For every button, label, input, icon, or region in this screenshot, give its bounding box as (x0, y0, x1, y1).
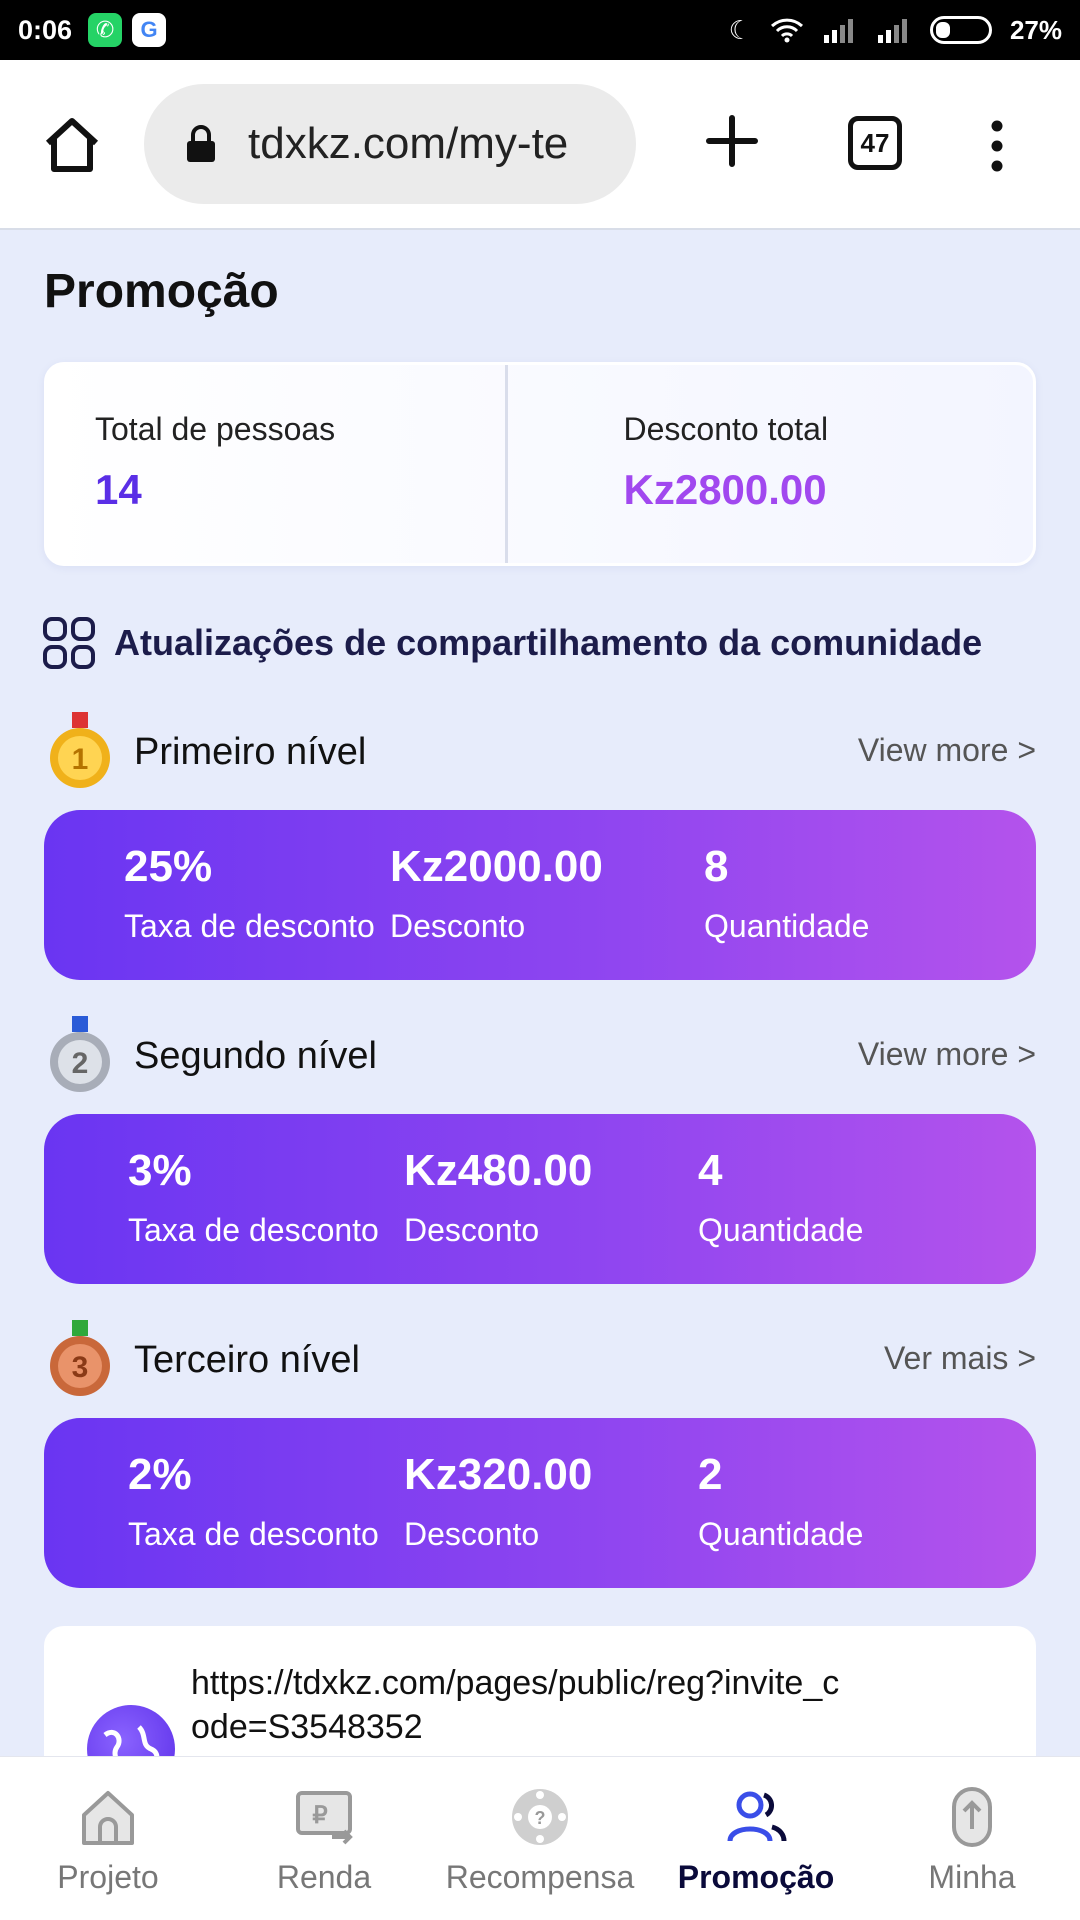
grid-icon (43, 617, 95, 669)
invite-link[interactable]: https://tdxkz.com/pages/public/reg?invit… (191, 1661, 851, 1749)
google-icon: G (132, 13, 167, 47)
more-menu-icon[interactable] (982, 118, 1012, 174)
discount-label: Desconto (390, 908, 526, 944)
rate-label: Taxa de desconto (124, 908, 375, 944)
silver-medal-icon: 2 (50, 1016, 110, 1092)
nav-label: Recompensa (445, 1859, 635, 1895)
users-icon (727, 1791, 787, 1842)
rate-col: 25% Taxa de desconto (44, 810, 390, 980)
nav-label: Renda (276, 1859, 372, 1895)
discount-label: Desconto (404, 1516, 540, 1552)
medal-number: 3 (72, 1351, 89, 1384)
level-stats-card[interactable]: 25% Taxa de desconto Kz2000.00 Desconto … (44, 810, 1036, 980)
quantity-value: 8 (704, 842, 729, 891)
whatsapp-icon: ✆ (88, 13, 123, 47)
section-title: Atualizações de compartilhamento da comu… (114, 622, 983, 663)
wifi-icon (770, 18, 803, 43)
level-block-1: 1 Primeiro nível View more > 25% Taxa de… (44, 712, 1036, 980)
gold-medal-icon: 1 (50, 712, 110, 788)
signal-icon (823, 19, 853, 43)
total-discount-cell: Desconto total Kz2800.00 (504, 365, 1034, 563)
discount-label: Desconto (404, 1212, 540, 1248)
browser-toolbar: tdxkz.com/my-te 47 (0, 60, 1080, 230)
tab-count: 47 (860, 127, 890, 158)
discount-value: Kz2000.00 (390, 842, 603, 891)
view-more-link[interactable]: View more > (858, 1036, 1036, 1073)
total-people-value: 14 (95, 466, 142, 513)
discount-value: Kz320.00 (404, 1450, 593, 1499)
rate-col: 3% Taxa de desconto (44, 1114, 404, 1284)
rate-label: Taxa de desconto (128, 1212, 379, 1248)
total-people-cell: Total de pessoas 14 (47, 365, 505, 563)
nav-item-renda[interactable]: ₽ Renda (216, 1757, 432, 1920)
rate-value: 3% (128, 1146, 192, 1195)
medal-number: 2 (72, 1047, 89, 1080)
new-tab-icon[interactable] (703, 112, 761, 170)
signal-icon-2 (877, 19, 907, 43)
nav-label: Minha (928, 1859, 1016, 1895)
nav-item-projeto[interactable]: Projeto (0, 1757, 216, 1920)
bottom-navigation: Projeto ₽ Renda ? Recompensa Promoção Mi… (0, 1756, 1080, 1920)
battery-icon (929, 16, 992, 44)
status-time: 0:06 (18, 14, 73, 45)
summary-card: Total de pessoas 14 Desconto total Kz280… (44, 362, 1036, 566)
nav-label: Projeto (57, 1859, 159, 1895)
discount-col: Kz320.00 Desconto (404, 1418, 698, 1588)
quantity-value: 4 (698, 1146, 723, 1195)
level-name: Primeiro nível (134, 730, 367, 773)
nav-item-minha[interactable]: Minha (864, 1757, 1080, 1920)
level-block-2: 2 Segundo nível View more > 3% Taxa de d… (44, 1016, 1036, 1284)
nav-label: Promoção (677, 1859, 835, 1895)
quantity-col: 2 Quantidade (698, 1418, 863, 1588)
level-name: Segundo nível (134, 1034, 377, 1077)
quantity-label: Quantidade (698, 1516, 864, 1552)
svg-text:₽: ₽ (312, 1802, 327, 1829)
lock-icon (187, 125, 215, 162)
reward-wheel-icon: ? (512, 1789, 568, 1845)
view-more-link[interactable]: View more > (858, 732, 1036, 769)
section-header: Atualizações de compartilhamento da comu… (42, 616, 982, 670)
home-icon[interactable] (42, 115, 102, 175)
rate-value: 2% (128, 1450, 192, 1499)
medal-number: 1 (72, 743, 89, 776)
battery-percent: 27% (1009, 14, 1062, 45)
svg-text:?: ? (535, 1808, 546, 1828)
tab-switcher-button[interactable]: 47 (848, 116, 902, 170)
income-icon: ₽ (296, 1791, 353, 1845)
rate-label: Taxa de desconto (128, 1516, 379, 1552)
level-block-3: 3 Terceiro nível Ver mais > 2% Taxa de d… (44, 1320, 1036, 1588)
total-discount-value: Kz2800.00 (623, 466, 827, 513)
moon-icon: ☾ (728, 14, 752, 45)
url-text: tdxkz.com/my-te (248, 119, 569, 168)
quantity-value: 2 (698, 1450, 723, 1499)
level-stats-card[interactable]: 3% Taxa de desconto Kz480.00 Desconto 4 … (44, 1114, 1036, 1284)
rate-col: 2% Taxa de desconto (44, 1418, 404, 1588)
total-people-label: Total de pessoas (95, 411, 336, 447)
discount-col: Kz2000.00 Desconto (390, 810, 704, 980)
bronze-medal-icon: 3 (50, 1320, 110, 1396)
quantity-label: Quantidade (698, 1212, 864, 1248)
level-name: Terceiro nível (134, 1338, 360, 1381)
level-stats-card[interactable]: 2% Taxa de desconto Kz320.00 Desconto 2 … (44, 1418, 1036, 1588)
rate-value: 25% (124, 842, 213, 891)
nav-item-promocao[interactable]: Promoção (648, 1757, 864, 1920)
home-icon (82, 1791, 134, 1845)
page-title: Promoção (44, 265, 279, 318)
discount-value: Kz480.00 (404, 1146, 593, 1195)
discount-col: Kz480.00 Desconto (404, 1114, 698, 1284)
nav-item-recompensa[interactable]: ? Recompensa (432, 1757, 648, 1920)
view-more-link[interactable]: Ver mais > (884, 1340, 1036, 1377)
quantity-label: Quantidade (704, 908, 870, 944)
total-discount-label: Desconto total (623, 411, 829, 447)
quantity-col: 4 Quantidade (698, 1114, 863, 1284)
profile-icon (952, 1787, 992, 1847)
quantity-col: 8 Quantidade (704, 810, 869, 980)
address-bar[interactable]: tdxkz.com/my-te (144, 84, 636, 204)
status-bar: 0:06 ✆ G ☾ 27% (0, 0, 1080, 60)
